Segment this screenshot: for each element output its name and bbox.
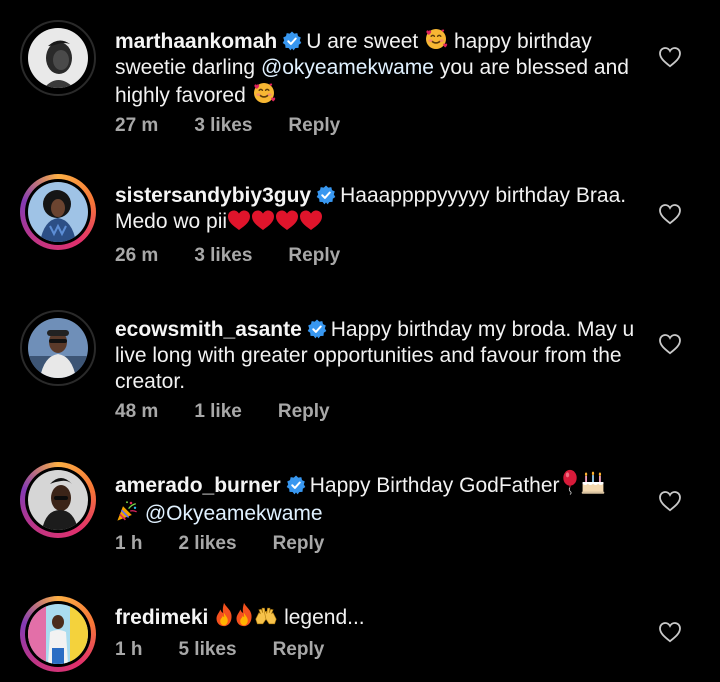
party-popper-emoji bbox=[115, 499, 139, 523]
comment-text: U are sweet bbox=[306, 30, 419, 53]
comment-meta: 26 m 3 likes Reply bbox=[115, 245, 340, 267]
verified-badge-icon bbox=[316, 185, 336, 205]
comment-body: fredimeki legend... bbox=[115, 602, 635, 631]
avatar-image bbox=[28, 604, 88, 664]
comment-time: 1 h bbox=[115, 533, 143, 554]
reply-button[interactable]: Reply bbox=[288, 115, 340, 137]
reply-button[interactable]: Reply bbox=[278, 401, 330, 423]
comment-username[interactable]: fredimeki bbox=[115, 606, 208, 629]
mention-link[interactable]: @okyeamekwame bbox=[261, 56, 434, 79]
comment-body: amerado_burner Happy Birthday GodFather @… bbox=[115, 469, 635, 527]
fire-emoji bbox=[214, 602, 234, 627]
comment-likes[interactable]: 2 likes bbox=[178, 533, 236, 555]
comment-likes[interactable]: 5 likes bbox=[178, 639, 236, 661]
smiling-face-with-hearts-emoji bbox=[252, 81, 276, 105]
verified-badge-icon bbox=[307, 319, 327, 339]
heart-outline-icon[interactable] bbox=[658, 333, 682, 355]
comment-time: 27 m bbox=[115, 115, 159, 136]
avatar-image bbox=[28, 182, 88, 242]
avatar-image bbox=[28, 470, 88, 530]
avatar[interactable] bbox=[20, 596, 96, 672]
comment-likes[interactable]: 1 like bbox=[194, 401, 242, 423]
comment-username[interactable]: amerado_burner bbox=[115, 474, 281, 497]
comment-likes[interactable]: 3 likes bbox=[194, 115, 252, 137]
heart-outline-icon[interactable] bbox=[658, 490, 682, 512]
comment-item: sistersandybiy3guy Haaappppyyyyy birthday… bbox=[0, 150, 720, 290]
comment-body: ecowsmith_asante Happy birthday my broda.… bbox=[115, 317, 635, 395]
red-heart-emoji bbox=[251, 209, 275, 231]
red-heart-emoji bbox=[299, 209, 323, 231]
comment-username[interactable]: marthaankomah bbox=[115, 30, 277, 53]
heart-outline-icon[interactable] bbox=[658, 203, 682, 225]
reply-button[interactable]: Reply bbox=[288, 245, 340, 267]
red-heart-emoji bbox=[227, 209, 251, 231]
reply-button[interactable]: Reply bbox=[273, 533, 325, 555]
comment-item: fredimeki legend... 1 h 5 likes Reply bbox=[0, 580, 720, 682]
comment-time: 26 m bbox=[115, 245, 159, 266]
raising-hands-emoji bbox=[254, 605, 278, 627]
comment-item: amerado_burner Happy Birthday GodFather @… bbox=[0, 440, 720, 580]
comment-body: sistersandybiy3guy Haaappppyyyyy birthday… bbox=[115, 183, 635, 235]
comment-meta: 1 h 5 likes Reply bbox=[115, 639, 324, 661]
comment-meta: 48 m 1 like Reply bbox=[115, 401, 330, 423]
birthday-cake-emoji bbox=[580, 469, 606, 495]
avatar-image bbox=[28, 28, 88, 88]
avatar[interactable] bbox=[20, 20, 96, 96]
comment-text: Happy Birthday GodFather bbox=[309, 474, 560, 497]
mention-link[interactable]: @Okyeamekwame bbox=[145, 502, 323, 525]
comment-time: 48 m bbox=[115, 401, 159, 422]
smiling-face-with-hearts-emoji bbox=[424, 27, 448, 51]
heart-outline-icon[interactable] bbox=[658, 621, 682, 643]
balloon-emoji bbox=[560, 469, 580, 495]
comment-text: legend... bbox=[284, 606, 365, 629]
reply-button[interactable]: Reply bbox=[273, 639, 325, 661]
comment-meta: 1 h 2 likes Reply bbox=[115, 533, 324, 555]
comment-username[interactable]: sistersandybiy3guy bbox=[115, 184, 311, 207]
red-heart-emoji bbox=[275, 209, 299, 231]
comment-body: marthaankomah U are sweet happy birthday … bbox=[115, 27, 635, 109]
comment-username[interactable]: ecowsmith_asante bbox=[115, 318, 302, 341]
comment-meta: 27 m 3 likes Reply bbox=[115, 115, 340, 137]
comment-likes[interactable]: 3 likes bbox=[194, 245, 252, 267]
comment-item: marthaankomah U are sweet happy birthday … bbox=[0, 0, 720, 150]
fire-emoji bbox=[234, 602, 254, 627]
avatar-image bbox=[28, 318, 88, 378]
verified-badge-icon bbox=[282, 31, 302, 51]
avatar[interactable] bbox=[20, 174, 96, 250]
avatar[interactable] bbox=[20, 310, 96, 386]
comment-item: ecowsmith_asante Happy birthday my broda.… bbox=[0, 290, 720, 440]
comment-time: 1 h bbox=[115, 639, 143, 660]
verified-badge-icon bbox=[286, 475, 306, 495]
avatar[interactable] bbox=[20, 462, 96, 538]
heart-outline-icon[interactable] bbox=[658, 46, 682, 68]
